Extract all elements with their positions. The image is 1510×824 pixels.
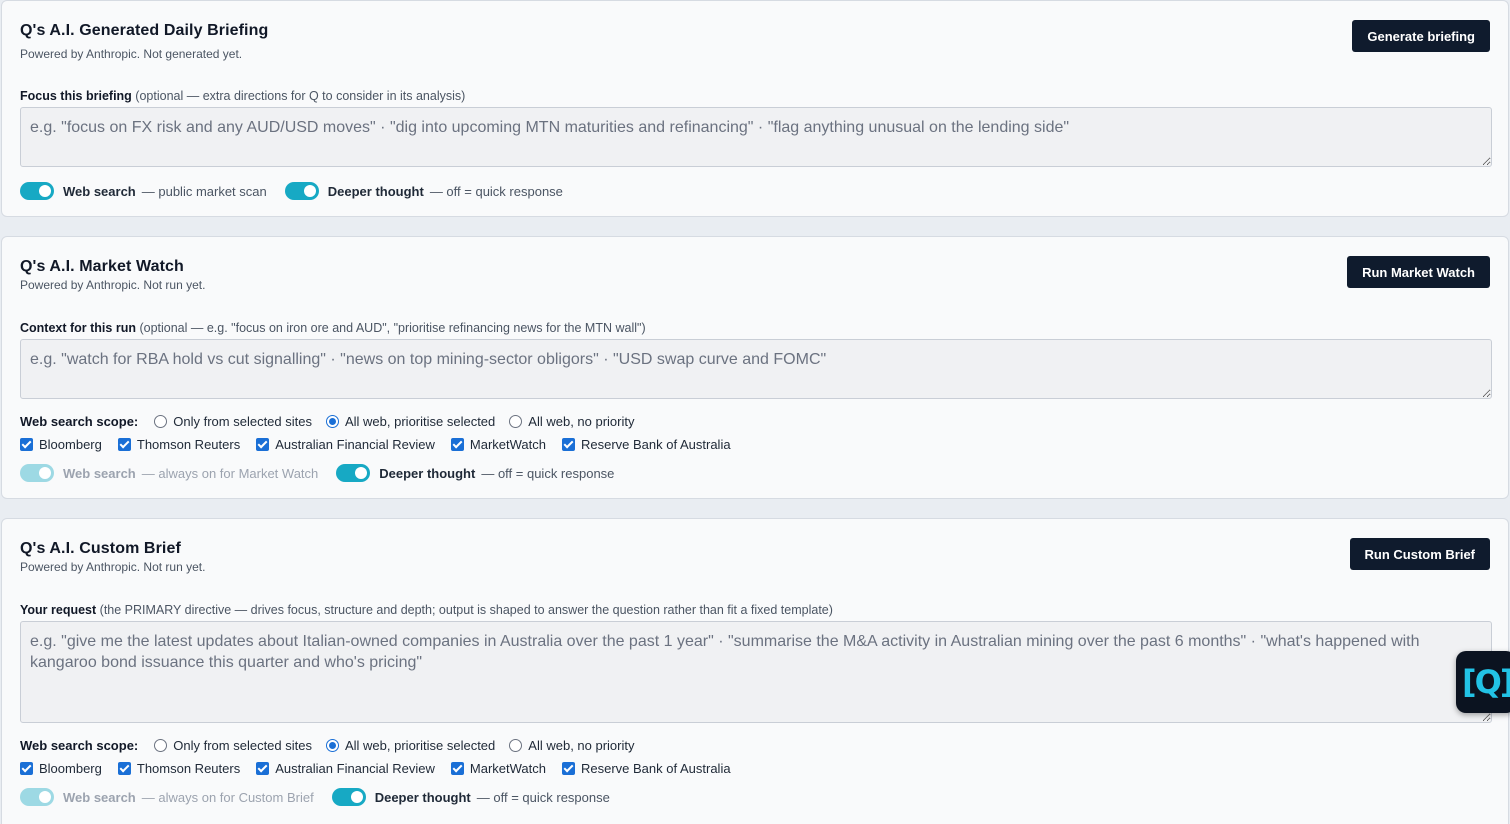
- scope-radio-no-priority[interactable]: [509, 739, 523, 752]
- web-search-label: Web search: [63, 183, 136, 199]
- scope-radio-no-priority[interactable]: [509, 415, 523, 428]
- scope-option-label: All web, no priority: [528, 738, 635, 753]
- site-checkbox-bloomberg[interactable]: [20, 438, 33, 451]
- site-label: Bloomberg: [39, 437, 102, 452]
- custom-subtitle: Powered by Anthropic. Not run yet.: [20, 560, 206, 574]
- web-search-disabled-group: Web search — always on for Market Watch: [20, 464, 336, 482]
- site-label: Australian Financial Review: [275, 761, 435, 776]
- site-checkbox-bloomberg[interactable]: [20, 762, 33, 775]
- q-logo-icon: [Q]: [1462, 663, 1510, 701]
- focus-input[interactable]: [20, 107, 1492, 167]
- market-toggles: Web search — always on for Market Watch …: [20, 464, 632, 482]
- scope-label: Web search scope:: [20, 738, 139, 753]
- briefing-subtitle: Powered by Anthropic. Not generated yet.: [20, 47, 243, 61]
- scope-radio-selected-only[interactable]: [154, 739, 168, 752]
- web-search-label: Web search: [63, 789, 136, 805]
- scope-option-label: All web, prioritise selected: [344, 738, 496, 753]
- site-checkbox-rba[interactable]: [561, 438, 575, 451]
- daily-briefing-card: Q's A.I. Generated Daily Briefing Powere…: [1, 0, 1509, 217]
- custom-sites-row: Bloomberg Thomson Reuters Australian Fin…: [20, 761, 747, 776]
- deeper-thought-desc: — off = quick response: [429, 183, 563, 199]
- briefing-title: Q's A.I. Generated Daily Briefing: [20, 22, 269, 39]
- custom-scope-row: Web search scope: Only from selected sit…: [20, 738, 649, 753]
- site-label: Thomson Reuters: [136, 761, 241, 776]
- site-checkbox-afr[interactable]: [256, 762, 270, 775]
- briefing-toggles: Web search — public market scan Deeper t…: [20, 182, 581, 200]
- focus-label-hint: (optional — extra directions for Q to co…: [135, 89, 466, 103]
- deeper-thought-toggle[interactable]: [336, 464, 371, 482]
- site-label: Bloomberg: [39, 761, 102, 776]
- deeper-thought-label: Deeper thought: [379, 465, 476, 481]
- site-label: MarketWatch: [469, 761, 546, 776]
- site-label: Australian Financial Review: [275, 437, 435, 452]
- generate-briefing-button[interactable]: Generate briefing: [1352, 20, 1490, 52]
- site-checkbox-marketwatch[interactable]: [450, 762, 464, 775]
- web-search-toggle[interactable]: [20, 182, 54, 200]
- site-label: Reserve Bank of Australia: [580, 761, 731, 776]
- scope-radio-prioritise[interactable]: [325, 415, 339, 428]
- custom-title: Q's A.I. Custom Brief: [20, 540, 181, 557]
- market-scope-row: Web search scope: Only from selected sit…: [20, 414, 649, 429]
- site-checkbox-reuters[interactable]: [117, 762, 131, 775]
- market-title: Q's A.I. Market Watch: [20, 258, 184, 275]
- site-label: MarketWatch: [469, 437, 546, 452]
- web-search-toggle: [20, 464, 54, 482]
- web-search-disabled-group: Web search — always on for Custom Brief: [20, 788, 332, 806]
- request-label-title: Your request: [20, 603, 97, 617]
- site-checkbox-afr[interactable]: [256, 438, 270, 451]
- web-search-desc: — always on for Custom Brief: [141, 789, 314, 805]
- site-label: Thomson Reuters: [136, 437, 241, 452]
- site-label: Reserve Bank of Australia: [580, 437, 731, 452]
- custom-toggles: Web search — always on for Custom Brief …: [20, 788, 628, 806]
- custom-brief-card: Q's A.I. Custom Brief Powered by Anthrop…: [1, 518, 1509, 824]
- run-market-watch-button[interactable]: Run Market Watch: [1347, 256, 1490, 288]
- deeper-thought-toggle[interactable]: [284, 182, 319, 200]
- scope-option-label: Only from selected sites: [173, 738, 312, 753]
- deeper-thought-toggle[interactable]: [331, 788, 366, 806]
- site-checkbox-rba[interactable]: [561, 762, 575, 775]
- focus-label-title: Focus this briefing: [20, 89, 132, 103]
- request-label-hint: (the PRIMARY directive — drives focus, s…: [99, 603, 833, 617]
- deeper-thought-label: Deeper thought: [374, 789, 471, 805]
- scope-option-label: Only from selected sites: [173, 414, 312, 429]
- market-watch-card: Q's A.I. Market Watch Powered by Anthrop…: [1, 236, 1509, 499]
- market-sites-row: Bloomberg Thomson Reuters Australian Fin…: [20, 437, 747, 452]
- scope-radio-selected-only[interactable]: [154, 415, 168, 428]
- web-search-label: Web search: [63, 465, 136, 481]
- scope-radio-prioritise[interactable]: [325, 739, 339, 752]
- web-search-desc: — public market scan: [141, 183, 267, 199]
- deeper-thought-desc: — off = quick response: [476, 789, 610, 805]
- scope-option-label: All web, no priority: [528, 414, 635, 429]
- site-checkbox-reuters[interactable]: [117, 438, 131, 451]
- deeper-thought-label: Deeper thought: [327, 183, 424, 199]
- market-subtitle: Powered by Anthropic. Not run yet.: [20, 278, 206, 292]
- web-search-desc: — always on for Market Watch: [141, 465, 319, 481]
- scope-option-label: All web, prioritise selected: [344, 414, 496, 429]
- deeper-thought-desc: — off = quick response: [481, 465, 615, 481]
- run-custom-brief-button[interactable]: Run Custom Brief: [1349, 538, 1490, 570]
- site-checkbox-marketwatch[interactable]: [450, 438, 464, 451]
- context-input[interactable]: [20, 339, 1492, 399]
- request-input[interactable]: [20, 621, 1492, 723]
- context-label-hint: (optional — e.g. "focus on iron ore and …: [139, 321, 646, 335]
- web-search-toggle: [20, 788, 54, 806]
- context-label-title: Context for this run: [20, 321, 136, 335]
- context-label: Context for this run (optional — e.g. "f…: [20, 321, 646, 335]
- scope-label: Web search scope:: [20, 414, 139, 429]
- request-label: Your request (the PRIMARY directive — dr…: [20, 603, 833, 617]
- focus-label: Focus this briefing (optional — extra di…: [20, 89, 465, 103]
- q-assistant-badge[interactable]: [Q]: [1456, 651, 1510, 713]
